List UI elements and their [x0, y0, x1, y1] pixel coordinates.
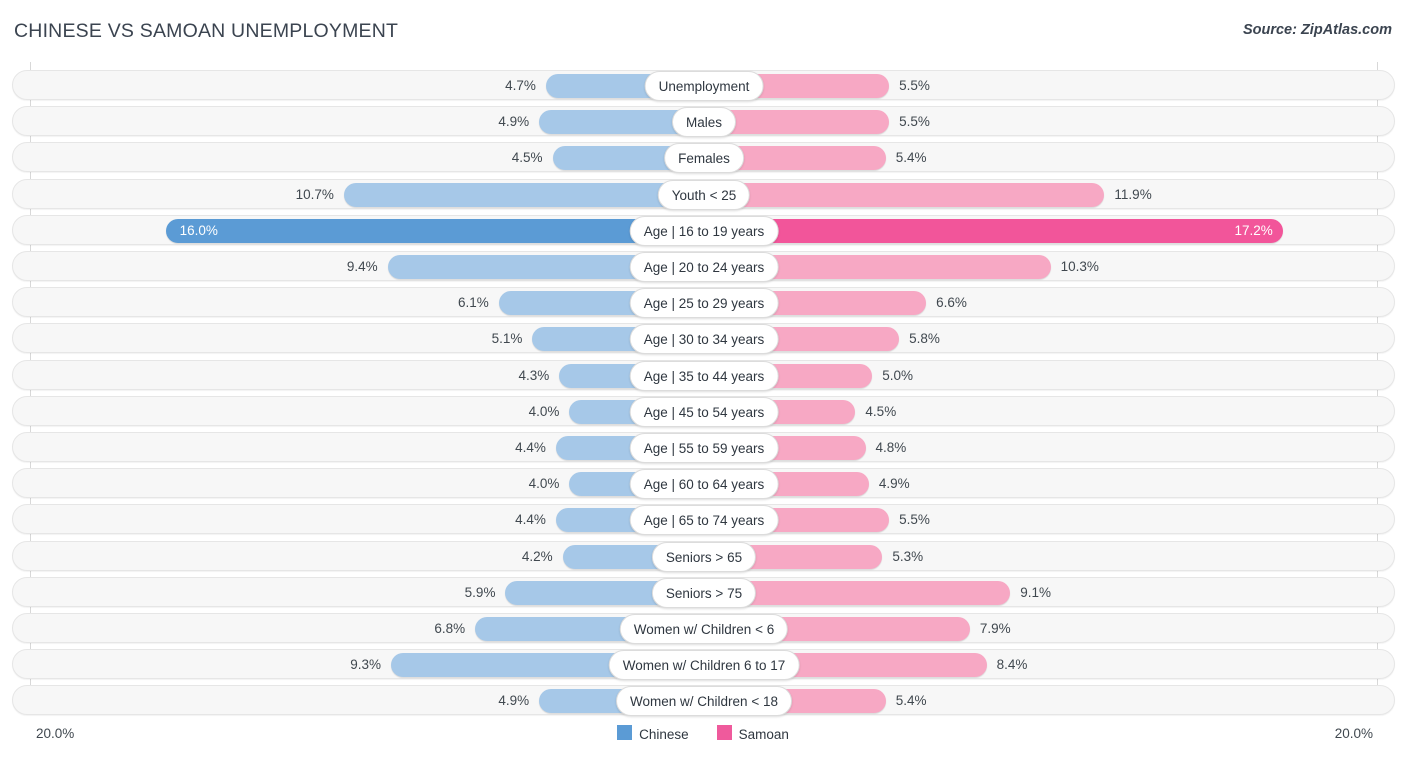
value-label-chinese: 4.0% [528, 476, 560, 492]
table-row: 4.0% 4.9% Age | 60 to 64 years [12, 468, 1395, 500]
category-label: Age | 25 to 29 years [629, 288, 779, 319]
value-label-samoan: 4.8% [875, 440, 907, 455]
category-label: Seniors > 65 [651, 541, 757, 572]
value-label-chinese: 9.3% [350, 657, 382, 673]
value-label-chinese: 5.9% [464, 584, 496, 600]
value-label-samoan: 5.4% [895, 693, 927, 709]
value-label-samoan: 5.8% [909, 331, 940, 347]
table-row: 4.5% 5.4% Females [12, 142, 1395, 174]
category-label: Age | 65 to 74 years [629, 505, 779, 536]
value-label-samoan: 9.1% [1020, 584, 1051, 600]
chart-legend: Chinese Samoan [0, 725, 1406, 742]
category-label: Age | 45 to 54 years [629, 396, 779, 427]
value-label-samoan: 4.5% [865, 403, 897, 419]
value-label-chinese: 4.0% [528, 403, 560, 419]
value-label-chinese: 10.7% [295, 186, 334, 202]
value-label-chinese: 6.1% [457, 295, 489, 311]
table-row: 4.9% 5.4% Women w/ Children < 18 [12, 685, 1395, 717]
value-label-samoan: 17.2% [1234, 222, 1273, 238]
value-label-samoan: 5.4% [895, 150, 927, 166]
legend-item[interactable]: Chinese [617, 725, 689, 742]
table-row: 5.9% 9.1% Seniors > 75 [12, 576, 1395, 608]
category-label: Age | 60 to 64 years [629, 469, 779, 500]
table-row: 6.1% 6.6% Age | 25 to 29 years [12, 287, 1395, 319]
bar-samoan [704, 218, 1283, 243]
table-row: 4.4% 4.8% Age | 55 to 59 years [12, 432, 1395, 463]
value-label-samoan: 5.5% [899, 78, 930, 93]
table-row: 4.7% 5.5% Unemployment [12, 70, 1395, 101]
table-row: 4.9% 5.5% Males [12, 106, 1395, 138]
value-label-chinese: 6.8% [434, 621, 466, 636]
table-row: 4.2% 5.3% Seniors > 65 [12, 540, 1395, 572]
value-label-chinese: 16.0% [179, 222, 218, 238]
bar-samoan [704, 182, 1105, 207]
category-label: Males [671, 107, 737, 138]
value-label-chinese: 4.4% [515, 440, 546, 455]
category-label: Age | 30 to 34 years [629, 324, 779, 355]
value-label-chinese: 4.2% [521, 548, 553, 564]
value-label-samoan: 5.5% [899, 114, 930, 130]
table-row: 5.1% 5.8% Age | 30 to 34 years [12, 323, 1395, 355]
table-row: 16.0% 17.2% Age | 16 to 19 years [12, 214, 1395, 246]
chart-footer: 20.0% 20.0% Chinese Samoan [0, 715, 1406, 757]
chart-plot-area: 4.7% 5.5% Unemployment 4.9% 5.5% Males 4.5% 5.4… [0, 62, 1406, 717]
legend-swatch-icon [716, 725, 732, 740]
value-label-chinese: 4.3% [518, 367, 550, 383]
table-row: 4.3% 5.0% Age | 35 to 44 years [12, 359, 1395, 391]
category-label: Women w/ Children < 18 [616, 686, 792, 717]
value-label-chinese: 4.4% [515, 512, 546, 528]
legend-label: Chinese [639, 726, 689, 742]
category-label: Women w/ Children < 6 [619, 614, 789, 644]
category-label: Age | 35 to 44 years [629, 360, 779, 391]
category-label: Age | 20 to 24 years [629, 252, 779, 282]
legend-label: Samoan [738, 726, 789, 742]
table-row: 9.3% 8.4% Women w/ Children 6 to 17 [12, 649, 1395, 681]
value-label-chinese: 5.1% [491, 331, 523, 347]
category-label: Youth < 25 [657, 179, 751, 210]
category-label: Women w/ Children 6 to 17 [608, 650, 800, 681]
table-row: 10.7% 11.9% Youth < 25 [12, 178, 1395, 210]
bar-chinese [165, 218, 704, 243]
table-row: 6.8% 7.9% Women w/ Children < 6 [12, 613, 1395, 644]
value-label-samoan: 5.0% [882, 367, 914, 383]
value-label-chinese: 4.5% [511, 150, 543, 166]
table-row: 4.4% 5.5% Age | 65 to 74 years [12, 504, 1395, 536]
value-label-samoan: 7.9% [979, 621, 1011, 636]
value-label-samoan: 11.9% [1114, 186, 1152, 202]
page-title: CHINESE VS SAMOAN UNEMPLOYMENT [14, 20, 399, 42]
value-label-samoan: 5.5% [899, 512, 930, 528]
category-label: Unemployment [644, 71, 764, 101]
value-label-chinese: 4.9% [498, 693, 530, 709]
bar-chinese [343, 182, 704, 207]
table-row: 4.0% 4.5% Age | 45 to 54 years [12, 395, 1395, 427]
source-attribution: Source: ZipAtlas.com [1242, 22, 1392, 38]
legend-swatch-icon [617, 725, 633, 740]
value-label-samoan: 5.3% [892, 548, 924, 564]
value-label-chinese: 4.9% [498, 114, 530, 130]
value-label-samoan: 10.3% [1060, 259, 1099, 274]
category-label: Seniors > 75 [651, 577, 757, 608]
value-label-samoan: 6.6% [936, 295, 967, 311]
category-label: Females [664, 143, 744, 174]
value-label-samoan: 8.4% [996, 657, 1028, 673]
legend-item[interactable]: Samoan [716, 725, 789, 742]
chart-header: CHINESE VS SAMOAN UNEMPLOYMENT Source: Z… [0, 0, 1406, 62]
value-label-samoan: 4.9% [878, 476, 910, 492]
category-label: Age | 55 to 59 years [629, 433, 779, 463]
category-label: Age | 16 to 19 years [629, 215, 779, 246]
value-label-chinese: 9.4% [346, 259, 378, 274]
value-label-chinese: 4.7% [505, 78, 536, 93]
table-row: 9.4% 10.3% Age | 20 to 24 years [12, 251, 1395, 282]
